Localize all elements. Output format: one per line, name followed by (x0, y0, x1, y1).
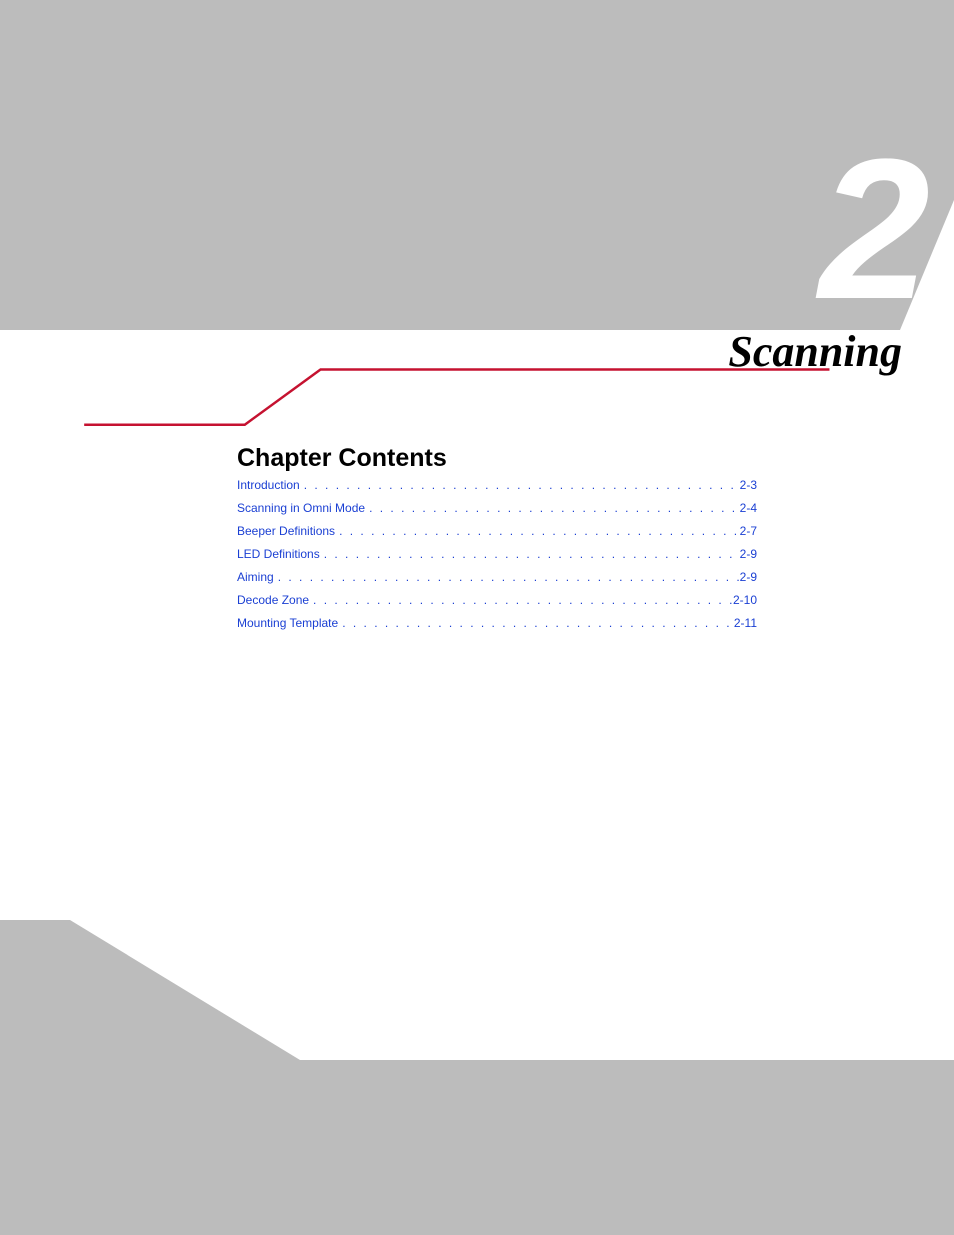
toc-title: Decode Zone (237, 593, 309, 607)
toc-page: 2-7 (740, 524, 757, 538)
toc-leader-dots (309, 593, 733, 607)
toc-page: 2-3 (740, 478, 757, 492)
toc-leader-dots (365, 501, 740, 515)
table-of-contents: Introduction 2-3 Scanning in Omni Mode 2… (237, 478, 757, 639)
toc-row[interactable]: Introduction 2-3 (237, 478, 757, 492)
toc-page: 2-4 (740, 501, 757, 515)
toc-row[interactable]: Scanning in Omni Mode 2-4 (237, 501, 757, 515)
toc-page: 2-10 (733, 593, 757, 607)
toc-page: 2-11 (734, 616, 757, 630)
toc-title: Beeper Definitions (237, 524, 335, 538)
toc-title: LED Definitions (237, 547, 320, 561)
toc-leader-dots (320, 547, 740, 561)
toc-row[interactable]: LED Definitions 2-9 (237, 547, 757, 561)
toc-leader-dots (274, 570, 740, 584)
toc-title: Mounting Template (237, 616, 338, 630)
toc-leader-dots (300, 478, 740, 492)
toc-row[interactable]: Decode Zone 2-10 (237, 593, 757, 607)
top-gray-panel: 2 (0, 0, 954, 330)
chapter-title: Scanning (728, 326, 902, 377)
toc-row[interactable]: Mounting Template 2-11 (237, 616, 757, 630)
toc-page: 2-9 (740, 570, 757, 584)
toc-title: Scanning in Omni Mode (237, 501, 365, 515)
toc-leader-dots (338, 616, 734, 630)
chapter-number: 2 (819, 130, 924, 330)
toc-row[interactable]: Beeper Definitions 2-7 (237, 524, 757, 538)
toc-leader-dots (335, 524, 740, 538)
bottom-gray-panel (0, 920, 954, 1235)
toc-title: Introduction (237, 478, 300, 492)
toc-page: 2-9 (740, 547, 757, 561)
chapter-contents-heading: Chapter Contents (237, 444, 447, 473)
toc-row[interactable]: Aiming 2-9 (237, 570, 757, 584)
toc-title: Aiming (237, 570, 274, 584)
